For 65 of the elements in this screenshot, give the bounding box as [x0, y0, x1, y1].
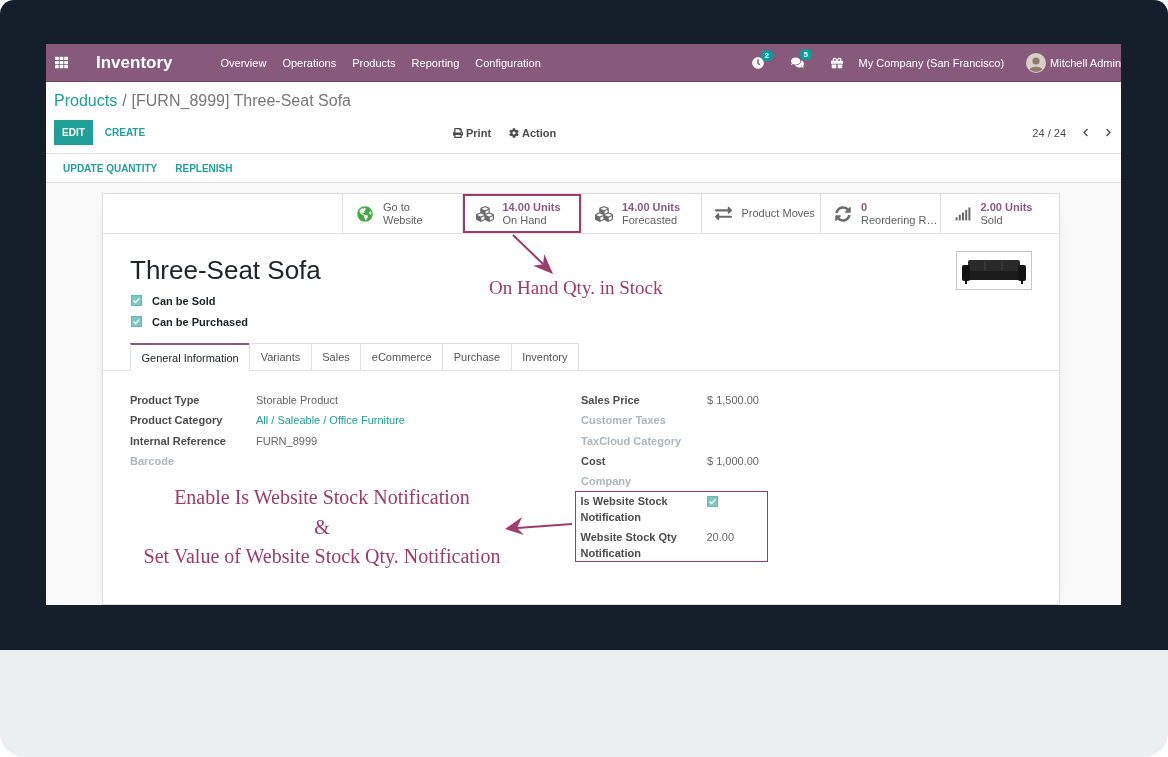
- tab[interactable]: Variants: [249, 343, 312, 371]
- grid-icon[interactable]: [55, 56, 68, 69]
- field-value: $ 1,000.00: [707, 453, 759, 469]
- field-label: Sales Price: [581, 394, 640, 406]
- product-name: Three-Seat Sofa: [130, 254, 321, 286]
- breadcrumb-current: [FURN_8999] Three-Seat Sofa: [131, 91, 351, 111]
- checkbox[interactable]: [706, 496, 718, 508]
- tab[interactable]: Inventory: [510, 343, 579, 371]
- breadcrumb-separator: /: [122, 91, 127, 111]
- company-switcher[interactable]: My Company (San Francisco): [858, 56, 1005, 69]
- menu-item[interactable]: Products: [352, 56, 396, 69]
- print-icon: [453, 127, 463, 138]
- smart-button[interactable]: 0 Reordering R…: [820, 194, 940, 233]
- field-label: Cost: [581, 454, 606, 467]
- globe-icon: [357, 205, 373, 222]
- menu-item[interactable]: Overview: [220, 56, 267, 69]
- swap-arrows-icon: [715, 205, 732, 222]
- field-label: Internal Reference: [130, 434, 226, 447]
- smart-button[interactable]: 2.00 Units Sold: [939, 194, 1059, 233]
- chevron-right-icon[interactable]: [1104, 128, 1113, 137]
- field-label: Company: [581, 475, 632, 487]
- pager-value: 24 / 24: [1032, 126, 1066, 139]
- field-label: Is Website Stock Notification: [580, 495, 668, 524]
- chat-icon[interactable]: [790, 56, 804, 69]
- annotation-text: On Hand Qty. in Stock: [489, 276, 663, 300]
- menu-item[interactable]: Configuration: [475, 56, 541, 69]
- action-menu-button[interactable]: Action: [509, 126, 557, 139]
- smart-button[interactable]: 14.00 Units Forecasted: [581, 194, 701, 233]
- menu-item[interactable]: Operations: [282, 56, 337, 69]
- cubes-icon: [595, 204, 613, 223]
- checkbox-label: Can be Purchased: [152, 315, 248, 328]
- field-value: $ 1,500.00: [707, 393, 759, 408]
- cubes-icon: [475, 204, 494, 223]
- field-label: Website Stock Qty Notification: [580, 531, 677, 560]
- count-badge: 2: [760, 49, 774, 61]
- smart-button[interactable]: Product Moves: [700, 194, 820, 233]
- checkbox-label: Can be Sold: [152, 294, 216, 307]
- checkbox[interactable]: [131, 316, 142, 327]
- menu-item[interactable]: Reporting: [411, 56, 460, 69]
- clock-icon[interactable]: [751, 56, 764, 69]
- field-label: Barcode: [130, 454, 175, 467]
- user-menu[interactable]: Mitchell Admin: [1050, 56, 1121, 69]
- tab[interactable]: General Information: [130, 343, 251, 371]
- field-value: FURN_8999: [256, 433, 318, 449]
- field-value: 20.00: [706, 530, 735, 546]
- count-badge: 5: [799, 49, 813, 60]
- annotation-text: Set Value of Website Stock Qty. Notification: [143, 544, 501, 570]
- action-menu-button[interactable]: Print: [453, 126, 492, 139]
- refresh-icon: [835, 205, 851, 222]
- checkbox[interactable]: [131, 295, 142, 306]
- field-label: TaxCloud Category: [581, 434, 682, 447]
- field-label: Product Type: [130, 394, 200, 406]
- gift-icon[interactable]: [830, 56, 843, 69]
- field-label: Product Category: [130, 414, 223, 427]
- annotation-text: &: [314, 514, 330, 540]
- signal-bars-icon: [954, 205, 971, 222]
- avatar-icon[interactable]: [1026, 52, 1047, 73]
- field-value: Storable Product: [256, 393, 338, 408]
- chevron-left-icon[interactable]: [1081, 128, 1090, 137]
- settings-icon: [509, 127, 520, 138]
- smart-button[interactable]: 14.00 Units On Hand: [461, 194, 581, 233]
- field-label: Customer Taxes: [581, 414, 666, 427]
- app-title[interactable]: Inventory: [96, 52, 173, 73]
- annotation-text: Enable Is Website Stock Notification: [174, 485, 470, 510]
- smart-button[interactable]: Go to Website: [342, 194, 462, 233]
